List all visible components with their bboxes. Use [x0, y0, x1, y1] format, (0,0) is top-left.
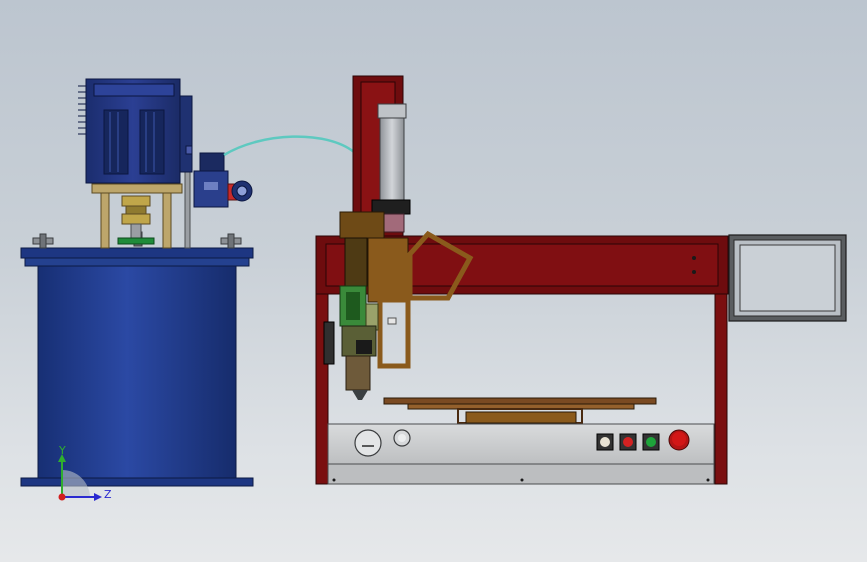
frame-leg-right — [714, 293, 728, 485]
coupling-green-base — [117, 237, 155, 245]
tank-lid[interactable] — [20, 247, 254, 259]
lid-clamp-right[interactable] — [220, 233, 242, 249]
work-table[interactable] — [383, 397, 657, 424]
air-regulator[interactable] — [193, 152, 253, 208]
xyz-gantry[interactable] — [315, 75, 729, 485]
z-axis-label: Z — [104, 488, 112, 501]
stop-button[interactable] — [619, 433, 637, 451]
support-post-rod — [184, 169, 191, 249]
motor-mount-plate — [91, 183, 183, 194]
run-button[interactable] — [642, 433, 660, 451]
emergency-stop-button[interactable] — [668, 429, 690, 451]
control-panel[interactable] — [327, 423, 715, 485]
tank-base — [20, 477, 254, 487]
selector-knob[interactable] — [393, 429, 411, 447]
support-post-left — [100, 191, 110, 249]
motor-coupling[interactable] — [121, 195, 151, 239]
origin-dot — [58, 493, 66, 501]
dispensing-tank[interactable] — [20, 78, 254, 487]
start-button[interactable] — [596, 433, 614, 451]
display-screen[interactable] — [728, 234, 847, 322]
servo-motor[interactable] — [78, 78, 193, 184]
y-axis-label: Y — [58, 444, 66, 457]
tank-body[interactable] — [37, 265, 237, 481]
pressure-gauge[interactable] — [354, 429, 382, 457]
tank-lid-rim — [24, 257, 250, 267]
cad-viewport[interactable]: Y Z — [0, 0, 867, 562]
lid-clamp-left[interactable] — [32, 233, 54, 249]
support-post-right — [162, 191, 172, 249]
cad-scene[interactable]: Y Z — [0, 0, 867, 562]
